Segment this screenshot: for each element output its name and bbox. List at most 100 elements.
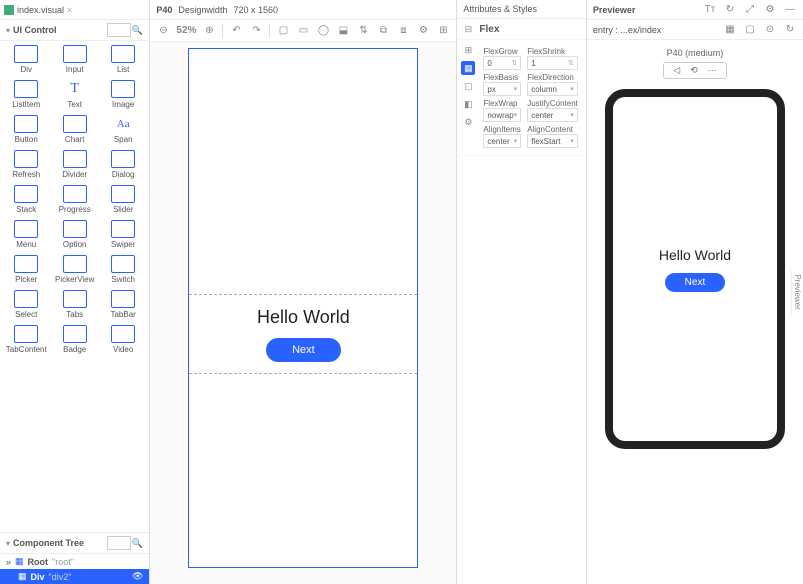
tool-icon[interactable]: ⧉ — [376, 24, 390, 38]
control-select[interactable]: Select — [4, 290, 48, 319]
field-input[interactable]: 1⇅ — [527, 56, 578, 70]
control-pickerview[interactable]: PickerView — [53, 255, 97, 284]
back-icon[interactable]: ◁ — [670, 65, 683, 76]
refresh-icon — [14, 150, 38, 168]
control-picker[interactable]: Picker — [4, 255, 48, 284]
control-chart[interactable]: Chart — [53, 115, 97, 144]
field-label: JustifyContent — [527, 99, 578, 108]
refresh-icon[interactable]: ↻ — [783, 23, 797, 37]
control-tabbar[interactable]: TabBar — [101, 290, 145, 319]
entry-path: entry : ...ex/index — [593, 25, 662, 35]
control-label: Progress — [59, 205, 91, 214]
tool-icon[interactable]: ⬓ — [336, 24, 350, 38]
zoom-value: 52% — [176, 25, 196, 36]
control-menu[interactable]: Menu — [4, 220, 48, 249]
chevron-down-icon[interactable]: ▾ — [570, 137, 574, 145]
attrs-tab-icon[interactable]: ⊟ — [461, 22, 475, 36]
attrs-cat-icon[interactable]: ⊞ — [461, 43, 475, 57]
control-option[interactable]: Option — [53, 220, 97, 249]
device-frame[interactable]: Hello World Next — [188, 48, 418, 568]
tool-icon[interactable]: ▢ — [276, 24, 290, 38]
chevron-down-icon[interactable]: ▾ — [570, 111, 574, 119]
attrs-cat-icon[interactable]: ⚙ — [461, 115, 475, 129]
stepper-icon[interactable]: ⇅ — [511, 59, 517, 67]
control-stack[interactable]: Stack — [4, 185, 48, 214]
redo-icon[interactable]: ↷ — [249, 24, 263, 38]
rotate-icon[interactable]: ⟲ — [687, 65, 701, 76]
control-swiper[interactable]: Swiper — [101, 220, 145, 249]
design-canvas[interactable]: Hello World Next — [150, 42, 456, 584]
field-flexbasis: FlexBasispx▾ — [483, 73, 521, 96]
expand-icon[interactable]: » — [6, 557, 11, 567]
zoom-icon[interactable]: ⊙ — [763, 23, 777, 37]
control-dialog[interactable]: Dialog — [101, 150, 145, 179]
control-switch[interactable]: Switch — [101, 255, 145, 284]
stepper-icon[interactable]: ⇅ — [568, 59, 574, 67]
zoom-in-icon[interactable]: ⊕ — [202, 24, 216, 38]
attrs-cat-icon[interactable]: ◧ — [461, 97, 475, 111]
tool-icon[interactable]: ⇅ — [356, 24, 370, 38]
control-span[interactable]: AaSpan — [101, 115, 145, 144]
chevron-down-icon[interactable]: ▾ — [514, 85, 518, 93]
ui-control-search[interactable] — [107, 23, 131, 37]
previewer-side-tab[interactable]: Previewer — [791, 270, 803, 314]
settings-icon[interactable]: ⚙ — [416, 24, 430, 38]
tool-icon[interactable]: ⊞ — [436, 24, 450, 38]
expand-icon[interactable]: ⤢ — [743, 3, 757, 17]
control-listitem[interactable]: ListItem — [4, 80, 48, 109]
undo-icon[interactable]: ↶ — [229, 24, 243, 38]
control-slider[interactable]: Slider — [101, 185, 145, 214]
list-icon — [111, 45, 135, 63]
control-div[interactable]: Div — [4, 45, 48, 74]
layout-icon[interactable]: ▦ — [723, 23, 737, 37]
eye-icon[interactable]: 👁 — [132, 571, 143, 582]
control-button[interactable]: Button — [4, 115, 48, 144]
control-badge[interactable]: Badge — [53, 325, 97, 354]
control-refresh[interactable]: Refresh — [4, 150, 48, 179]
refresh-icon[interactable]: ↻ — [723, 3, 737, 17]
settings-icon[interactable]: ⚙ — [763, 3, 777, 17]
attrs-cat-icon[interactable]: ▢ — [461, 79, 475, 93]
control-text[interactable]: TText — [53, 80, 97, 109]
field-input[interactable]: center▾ — [527, 108, 578, 122]
control-tabcontent[interactable]: TabContent — [4, 325, 48, 354]
chevron-down-icon[interactable]: ▾ — [570, 85, 574, 93]
search-icon[interactable]: 🔍 — [131, 537, 143, 549]
field-input[interactable]: 0⇅ — [483, 56, 521, 70]
field-input[interactable]: column▾ — [527, 82, 578, 96]
close-icon[interactable]: × — [67, 5, 72, 15]
grid-icon[interactable]: ▢ — [743, 23, 757, 37]
control-list[interactable]: List — [101, 45, 145, 74]
chevron-down-icon[interactable]: ▾ — [514, 111, 518, 119]
field-input[interactable]: nowrap▾ — [483, 108, 521, 122]
field-input[interactable]: center▾ — [483, 134, 521, 148]
control-divider[interactable]: Divider — [53, 150, 97, 179]
control-input[interactable]: Input — [53, 45, 97, 74]
preview-next-button[interactable]: Next — [665, 273, 726, 292]
control-tabs[interactable]: Tabs — [53, 290, 97, 319]
control-image[interactable]: Image — [101, 80, 145, 109]
control-video[interactable]: Video — [101, 325, 145, 354]
tree-node-root[interactable]: » ▦ Root "root" — [0, 554, 149, 569]
menu-icon — [14, 220, 38, 238]
control-progress[interactable]: Progress — [53, 185, 97, 214]
tool-icon[interactable]: ⧈ — [396, 24, 410, 38]
tool-icon[interactable]: ◯ — [316, 24, 330, 38]
field-input[interactable]: flexStart▾ — [527, 134, 578, 148]
tool-icon[interactable]: ▭ — [296, 24, 310, 38]
minimize-icon[interactable]: — — [783, 3, 797, 17]
field-input[interactable]: px▾ — [483, 82, 521, 96]
next-button[interactable]: Next — [266, 338, 341, 362]
control-label: Refresh — [12, 170, 40, 179]
file-tab[interactable]: index.visual × — [4, 5, 72, 15]
chevron-down-icon[interactable]: ▾ — [514, 137, 518, 145]
font-icon[interactable]: Tт — [703, 3, 717, 17]
tree-node-div[interactable]: ▦ Div "div2" 👁 — [0, 569, 149, 584]
field-label: FlexDirection — [527, 73, 578, 82]
tree-search[interactable] — [107, 536, 131, 550]
zoom-out-icon[interactable]: ⊖ — [156, 24, 170, 38]
search-icon[interactable]: 🔍 — [131, 24, 143, 36]
more-icon[interactable]: ⋯ — [705, 65, 720, 76]
attrs-cat-icon[interactable]: ▦ — [461, 61, 475, 75]
selected-element[interactable]: Hello World Next — [189, 294, 417, 374]
